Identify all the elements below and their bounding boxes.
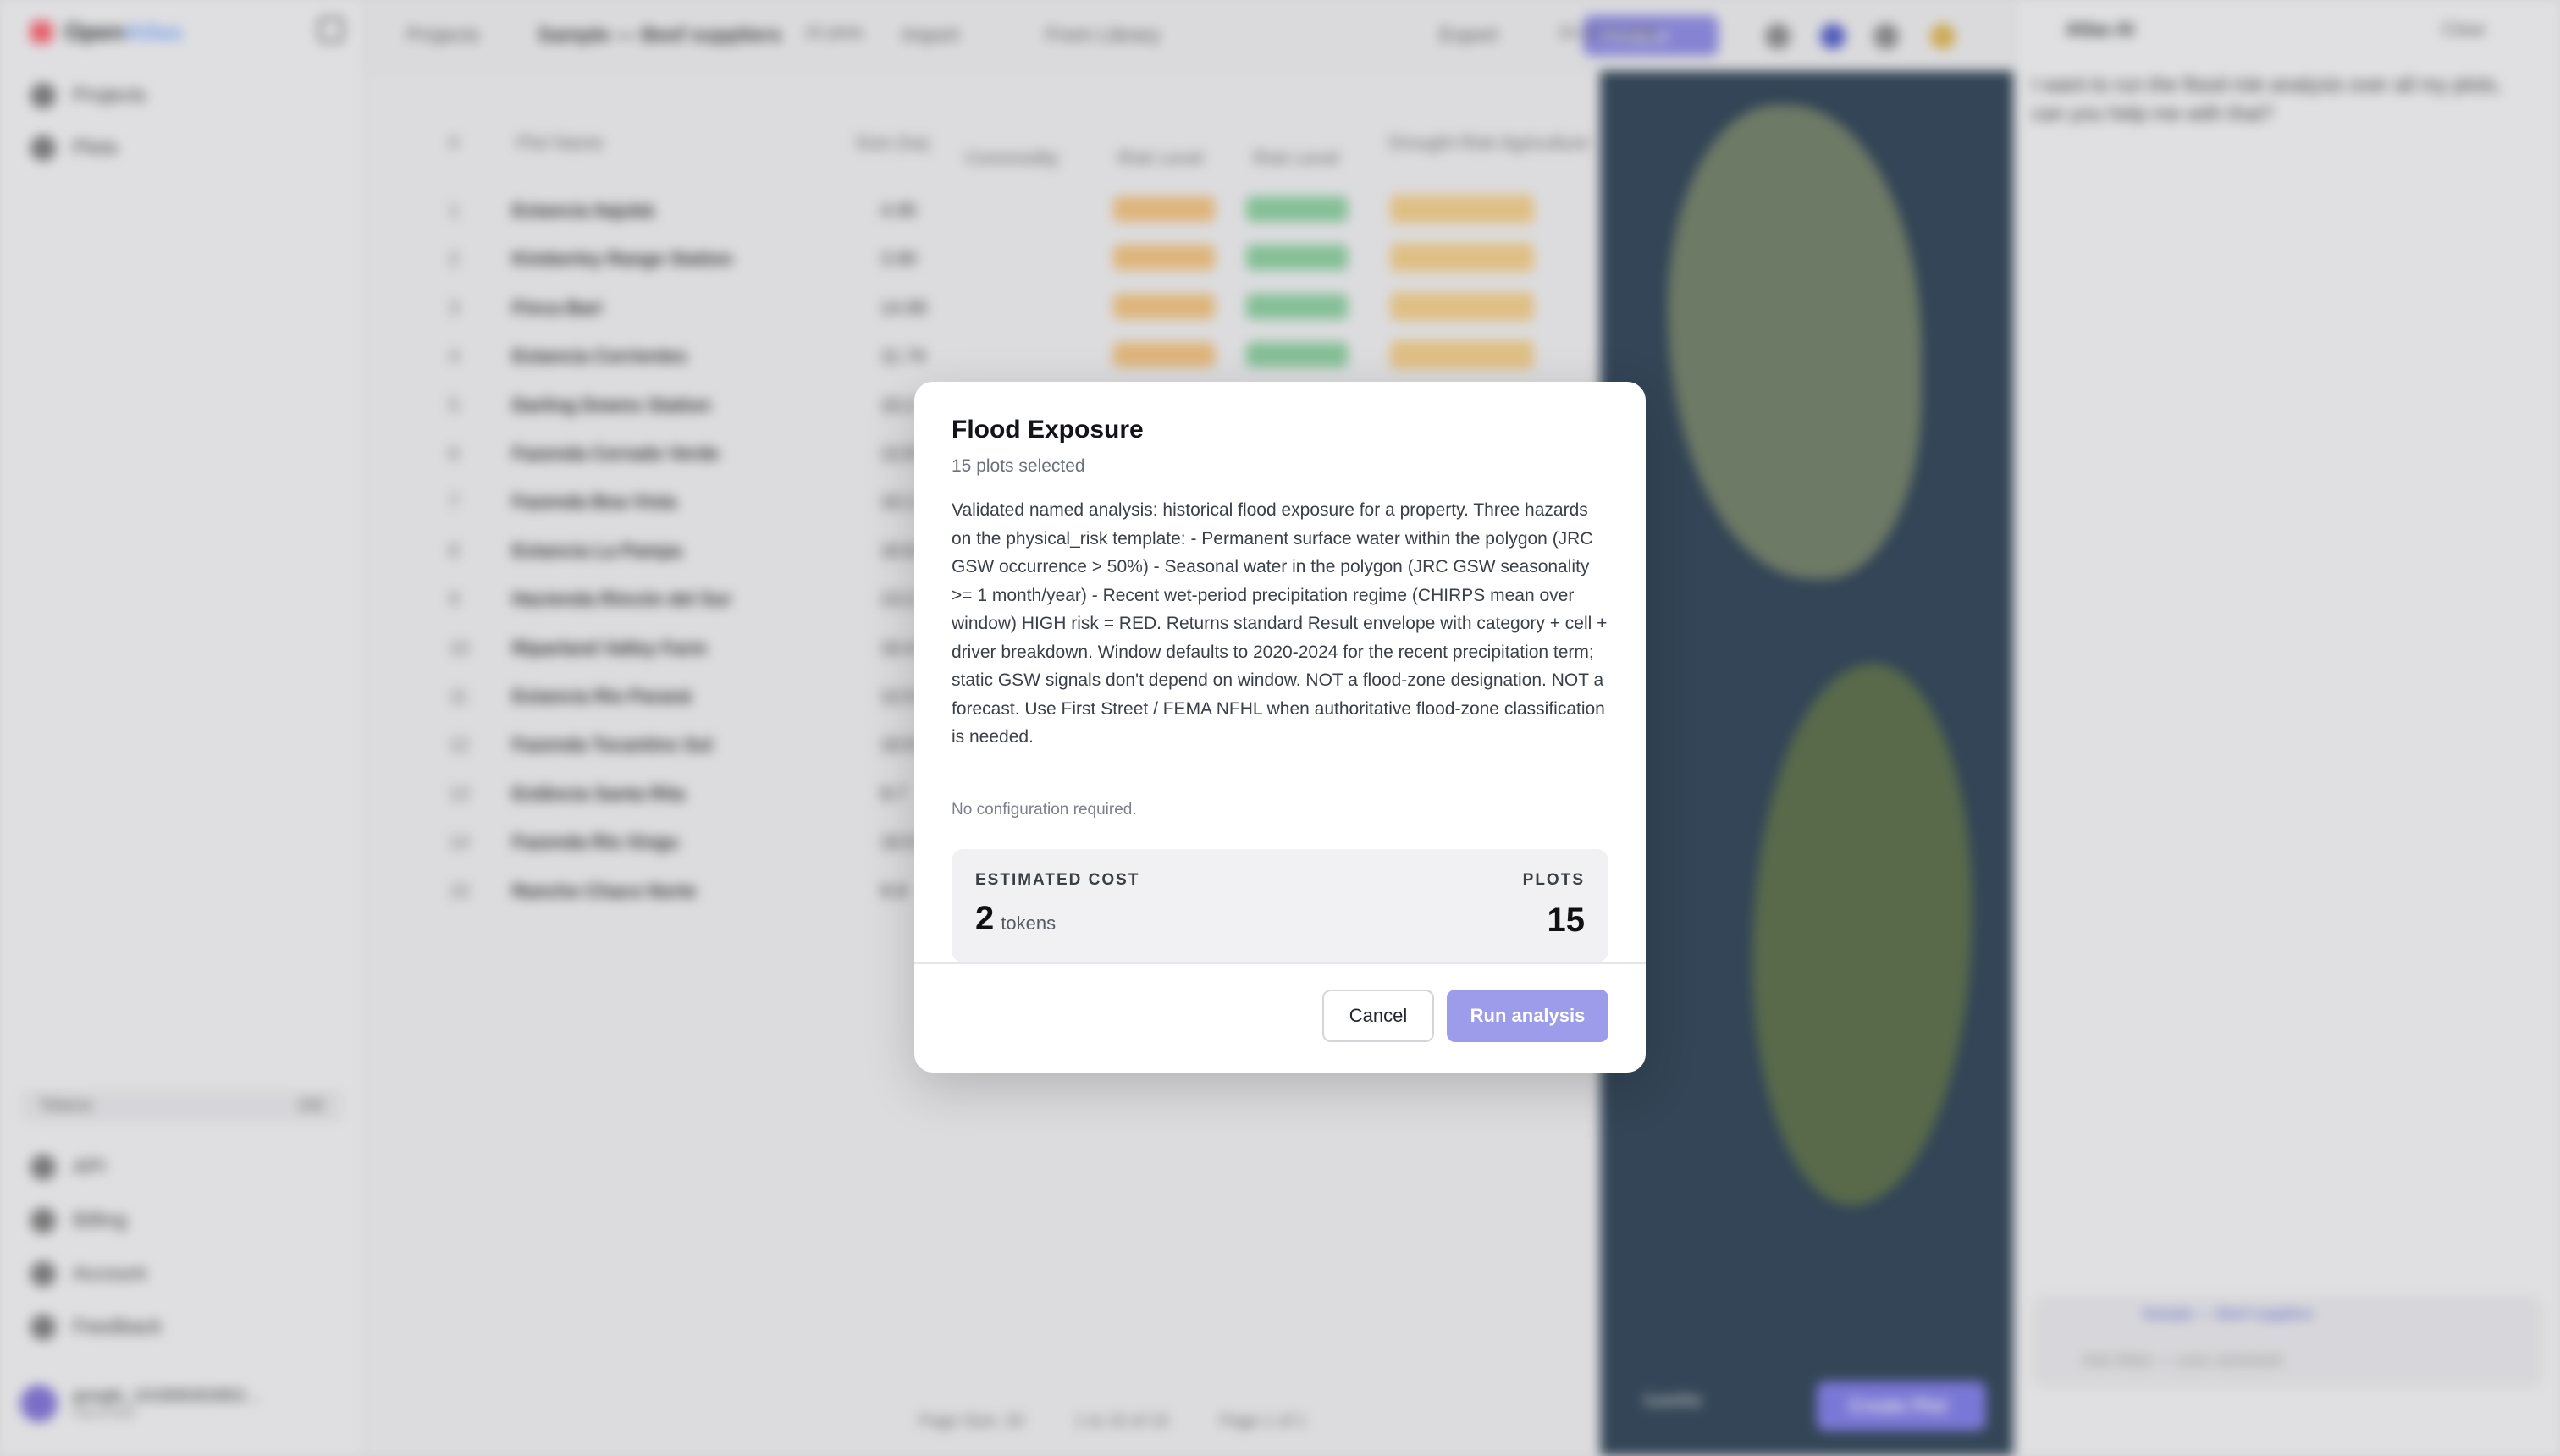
dialog-title: Flood Exposure (952, 416, 1144, 444)
plots-label: PLOTS (1522, 871, 1585, 889)
plots-value: 15 (1547, 902, 1586, 939)
estimated-cost-unit: tokens (1001, 913, 1057, 934)
dialog-divider (914, 962, 1646, 964)
estimated-cost: 2 tokens (975, 900, 1056, 938)
cancel-button[interactable]: Cancel (1322, 990, 1434, 1042)
flood-exposure-dialog: Flood Exposure 15 plots selected Validat… (914, 382, 1646, 1073)
analysis-description: Validated named analysis: historical flo… (952, 500, 1608, 747)
configuration-note: No configuration required. (952, 801, 1137, 819)
estimated-cost-value: 2 (975, 900, 995, 937)
run-analysis-button[interactable]: Run analysis (1447, 990, 1608, 1042)
plots-selected-count: 15 plots selected (952, 456, 1085, 476)
cost-summary: ESTIMATED COST PLOTS 2 tokens 15 (952, 849, 1608, 962)
estimated-cost-label: ESTIMATED COST (975, 871, 1140, 889)
